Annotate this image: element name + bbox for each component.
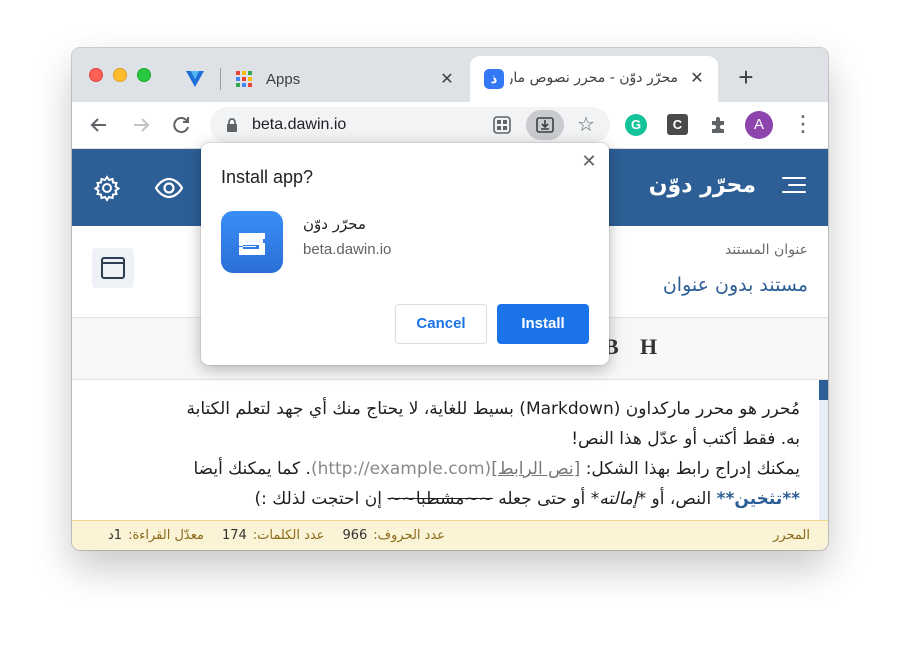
- chars-label: عدد الحروف:: [373, 528, 446, 543]
- forward-button[interactable]: [128, 112, 154, 138]
- status-bar: المحرر عدد الحروف: 966 عدد الكلمات: 174 معدّ…: [72, 520, 828, 550]
- heading-button[interactable]: H: [640, 334, 657, 360]
- dawin-favicon-icon: ذ: [484, 69, 504, 89]
- install-app-icon[interactable]: [526, 110, 564, 140]
- editor-text-fragment: . كما يمكنك أيضا: [193, 459, 311, 479]
- tab-active-title: محرّر دوّن - محرر نصوص ماركداون: [510, 70, 678, 86]
- close-icon[interactable]: ✕: [581, 152, 597, 170]
- app-logo-icon: [221, 211, 283, 273]
- markdown-bold: **تثخين**: [716, 489, 800, 509]
- app-grid-icon[interactable]: [493, 116, 511, 134]
- back-button[interactable]: [86, 112, 112, 138]
- editor-scroll-thumb[interactable]: [819, 380, 828, 400]
- tab-apps[interactable]: Apps ✕: [232, 58, 468, 102]
- bookmark-star-icon[interactable]: ☆: [574, 113, 598, 137]
- link-text: [نص الرابط]: [491, 459, 581, 479]
- document-title-label: عنوان المستند: [725, 242, 808, 258]
- editor-text-fragment: أو حتى جعله: [492, 489, 591, 509]
- install-app-dialog: Install app? ✕ محرّر دوّن beta.dawin.io …: [201, 143, 609, 365]
- profile-avatar[interactable]: A: [745, 111, 773, 139]
- maximize-window-button[interactable]: [137, 68, 151, 82]
- install-button[interactable]: Install: [497, 304, 589, 344]
- browser-toolbar: beta.dawin.io ☆ G C A ⋮: [72, 102, 828, 149]
- apps-grid-icon: [236, 71, 252, 87]
- dialog-title: Install app?: [221, 167, 314, 187]
- extensions-puzzle-icon[interactable]: [708, 114, 730, 136]
- dialog-app-domain: beta.dawin.io: [303, 241, 392, 258]
- editor-line: مُحرر هو محرر ماركداون (Markdown) بسيط ل…: [186, 399, 800, 419]
- words-label: عدد الكلمات:: [252, 528, 325, 543]
- tab-strip: Apps ✕ ذ محرّر دوّن - محرر نصوص ماركداون…: [72, 48, 828, 102]
- tab-separator: [220, 68, 221, 90]
- editor-line: **تثخين** النص، أو *إمالته* أو حتى جعله …: [80, 484, 800, 514]
- minimize-window-button[interactable]: [113, 68, 127, 82]
- reading-value: 1د: [108, 528, 123, 543]
- editor-content[interactable]: مُحرر هو محرر ماركداون (Markdown) بسيط ل…: [80, 394, 800, 514]
- address-bar[interactable]: beta.dawin.io ☆: [210, 107, 610, 143]
- markdown-link: [نص الرابط](http://example.com): [311, 459, 580, 479]
- toggle-panel-button[interactable]: [92, 248, 134, 288]
- editor-scrollbar[interactable]: [819, 380, 828, 520]
- cancel-button[interactable]: Cancel: [395, 304, 487, 344]
- link-url: (http://example.com): [310, 459, 492, 479]
- tab-active[interactable]: ذ محرّر دوّن - محرر نصوص ماركداون ✕: [470, 56, 718, 102]
- browser-window: Apps ✕ ذ محرّر دوّن - محرر نصوص ماركداون…: [72, 48, 828, 550]
- app-title: محرّر دوّن: [648, 173, 756, 198]
- preview-eye-icon[interactable]: [154, 173, 184, 203]
- editor-text-fragment: النص، أو: [646, 489, 717, 509]
- editor-mode-label: المحرر: [773, 528, 810, 543]
- settings-gear-icon[interactable]: [92, 173, 122, 203]
- chars-value: 966: [342, 528, 368, 543]
- reading-label: معدّل القراءة:: [128, 528, 204, 543]
- close-window-button[interactable]: [89, 68, 103, 82]
- editor-line: به. فقط أكتب أو عدّل هذا النص!: [571, 429, 800, 449]
- lock-icon: [224, 117, 240, 133]
- grammarly-extension-icon[interactable]: G: [625, 114, 647, 136]
- markdown-strike: ~~مشطبا~~: [387, 489, 493, 509]
- document-title-input[interactable]: مستند بدون عنوان: [663, 274, 808, 296]
- dialog-app-name: محرّر دوّن: [303, 215, 366, 233]
- pinned-tab-v-icon[interactable]: [184, 69, 206, 89]
- window-panel-icon: [101, 257, 125, 279]
- markdown-italic: *إمالته*: [590, 489, 647, 509]
- close-tab-icon[interactable]: ✕: [688, 70, 706, 88]
- editor-text-fragment: يمكنك إدراج رابط بهذا الشكل:: [580, 459, 800, 479]
- editor-line: يمكنك إدراج رابط بهذا الشكل: [نص الرابط]…: [80, 454, 800, 484]
- new-tab-button[interactable]: +: [734, 64, 758, 90]
- hamburger-menu-icon[interactable]: [782, 177, 806, 195]
- reload-button[interactable]: [168, 112, 194, 138]
- editor-text-fragment: إن احتجت لذلك :): [254, 489, 388, 509]
- url-text: beta.dawin.io: [252, 116, 347, 133]
- markdown-editor[interactable]: مُحرر هو محرر ماركداون (Markdown) بسيط ل…: [72, 380, 828, 520]
- words-value: 174: [221, 528, 247, 543]
- document-stats: عدد الحروف: 966 عدد الكلمات: 174 معدّل القرا…: [90, 528, 445, 543]
- close-tab-icon[interactable]: ✕: [438, 71, 456, 89]
- c-extension-icon[interactable]: C: [667, 114, 688, 135]
- tab-apps-title: Apps: [266, 71, 301, 88]
- browser-menu-icon[interactable]: ⋮: [792, 112, 814, 138]
